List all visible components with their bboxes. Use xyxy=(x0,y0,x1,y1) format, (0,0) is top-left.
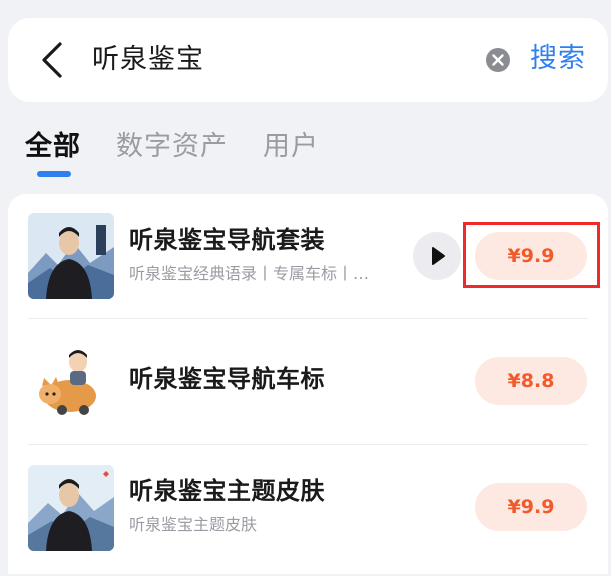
product-thumbnail xyxy=(28,338,114,424)
product-thumbnail xyxy=(28,213,114,299)
search-input[interactable]: 听泉鉴宝 xyxy=(92,42,204,78)
item-title: 听泉鉴宝导航套装 xyxy=(129,226,325,254)
results-list: 听泉鉴宝导航套装 听泉鉴宝经典语录丨专属车标丨… ¥9.9 听泉鉴宝导航车标 ¥… xyxy=(8,194,608,574)
filter-tabs: 全部 数字资产 用户 xyxy=(0,128,611,184)
list-item[interactable]: 听泉鉴宝导航套装 听泉鉴宝经典语录丨专属车标丨… ¥9.9 xyxy=(8,194,608,319)
clear-search-button[interactable] xyxy=(485,47,511,73)
item-title: 听泉鉴宝导航车标 xyxy=(129,365,325,393)
item-subtitle: 听泉鉴宝经典语录丨专属车标丨… xyxy=(129,264,370,283)
list-item[interactable]: 听泉鉴宝主题皮肤 听泉鉴宝主题皮肤 ¥9.9 xyxy=(8,445,608,570)
list-item[interactable]: 听泉鉴宝导航车标 ¥8.8 xyxy=(8,319,608,444)
tab-users[interactable]: 用户 xyxy=(263,128,319,166)
price-button[interactable]: ¥9.9 xyxy=(475,483,587,531)
play-icon xyxy=(432,247,445,265)
active-tab-indicator xyxy=(37,171,71,177)
tab-digital-assets[interactable]: 数字资产 xyxy=(116,128,228,166)
preview-play-button[interactable] xyxy=(413,232,461,280)
search-submit-button[interactable]: 搜索 xyxy=(530,40,586,78)
tab-all[interactable]: 全部 xyxy=(25,128,81,166)
search-bar: 听泉鉴宝 搜索 xyxy=(8,18,608,102)
item-subtitle: 听泉鉴宝主题皮肤 xyxy=(129,515,258,534)
product-thumbnail xyxy=(28,465,114,551)
price-button[interactable]: ¥8.8 xyxy=(475,357,587,405)
clear-circle-icon xyxy=(486,48,510,72)
item-title: 听泉鉴宝主题皮肤 xyxy=(129,477,325,505)
price-button[interactable]: ¥9.9 xyxy=(475,232,587,280)
chevron-left-icon xyxy=(42,42,62,78)
back-button[interactable] xyxy=(32,38,76,82)
